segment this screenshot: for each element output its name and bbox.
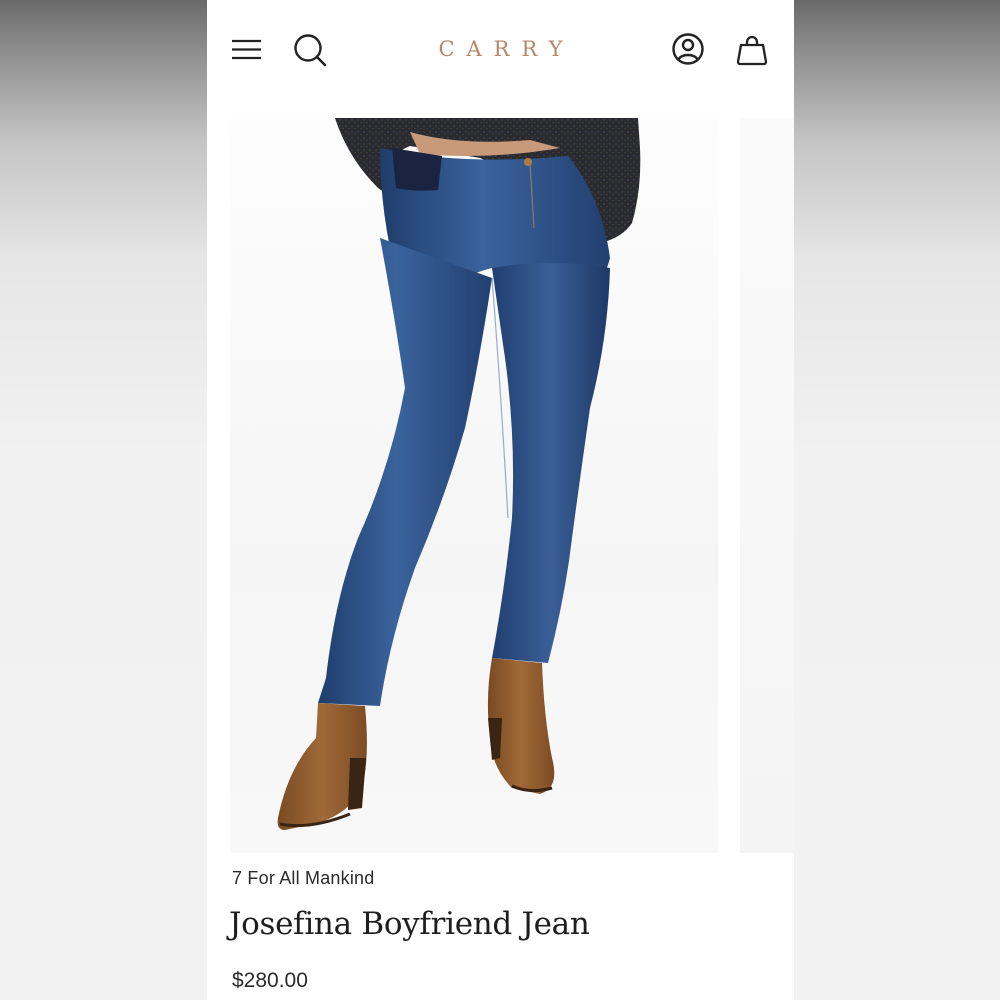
product-brand[interactable]: 7 For All Mankind (232, 868, 374, 889)
left-blurred-border (0, 0, 207, 1000)
search-icon (294, 34, 327, 67)
account-icon (672, 33, 704, 65)
jeans-model-photo (277, 118, 641, 830)
product-image[interactable] (230, 118, 718, 853)
menu-icon (232, 39, 261, 60)
phone-screen: CARRY 7 For All Mankind Josefina Boyfrie… (207, 0, 794, 1000)
site-header: CARRY (207, 0, 794, 100)
product-title: Josefina Boyfriend Jean (229, 906, 590, 942)
next-product-image-peek[interactable] (740, 118, 794, 853)
search-button[interactable] (290, 30, 330, 70)
menu-button[interactable] (228, 30, 268, 70)
right-blurred-border (794, 0, 1000, 1000)
account-button[interactable] (668, 30, 708, 70)
product-image-gallery[interactable] (230, 118, 794, 853)
product-price: $280.00 (232, 969, 308, 992)
store-logo[interactable]: CARRY (397, 34, 604, 64)
shopping-bag-icon (736, 35, 768, 66)
cart-button[interactable] (732, 30, 772, 70)
